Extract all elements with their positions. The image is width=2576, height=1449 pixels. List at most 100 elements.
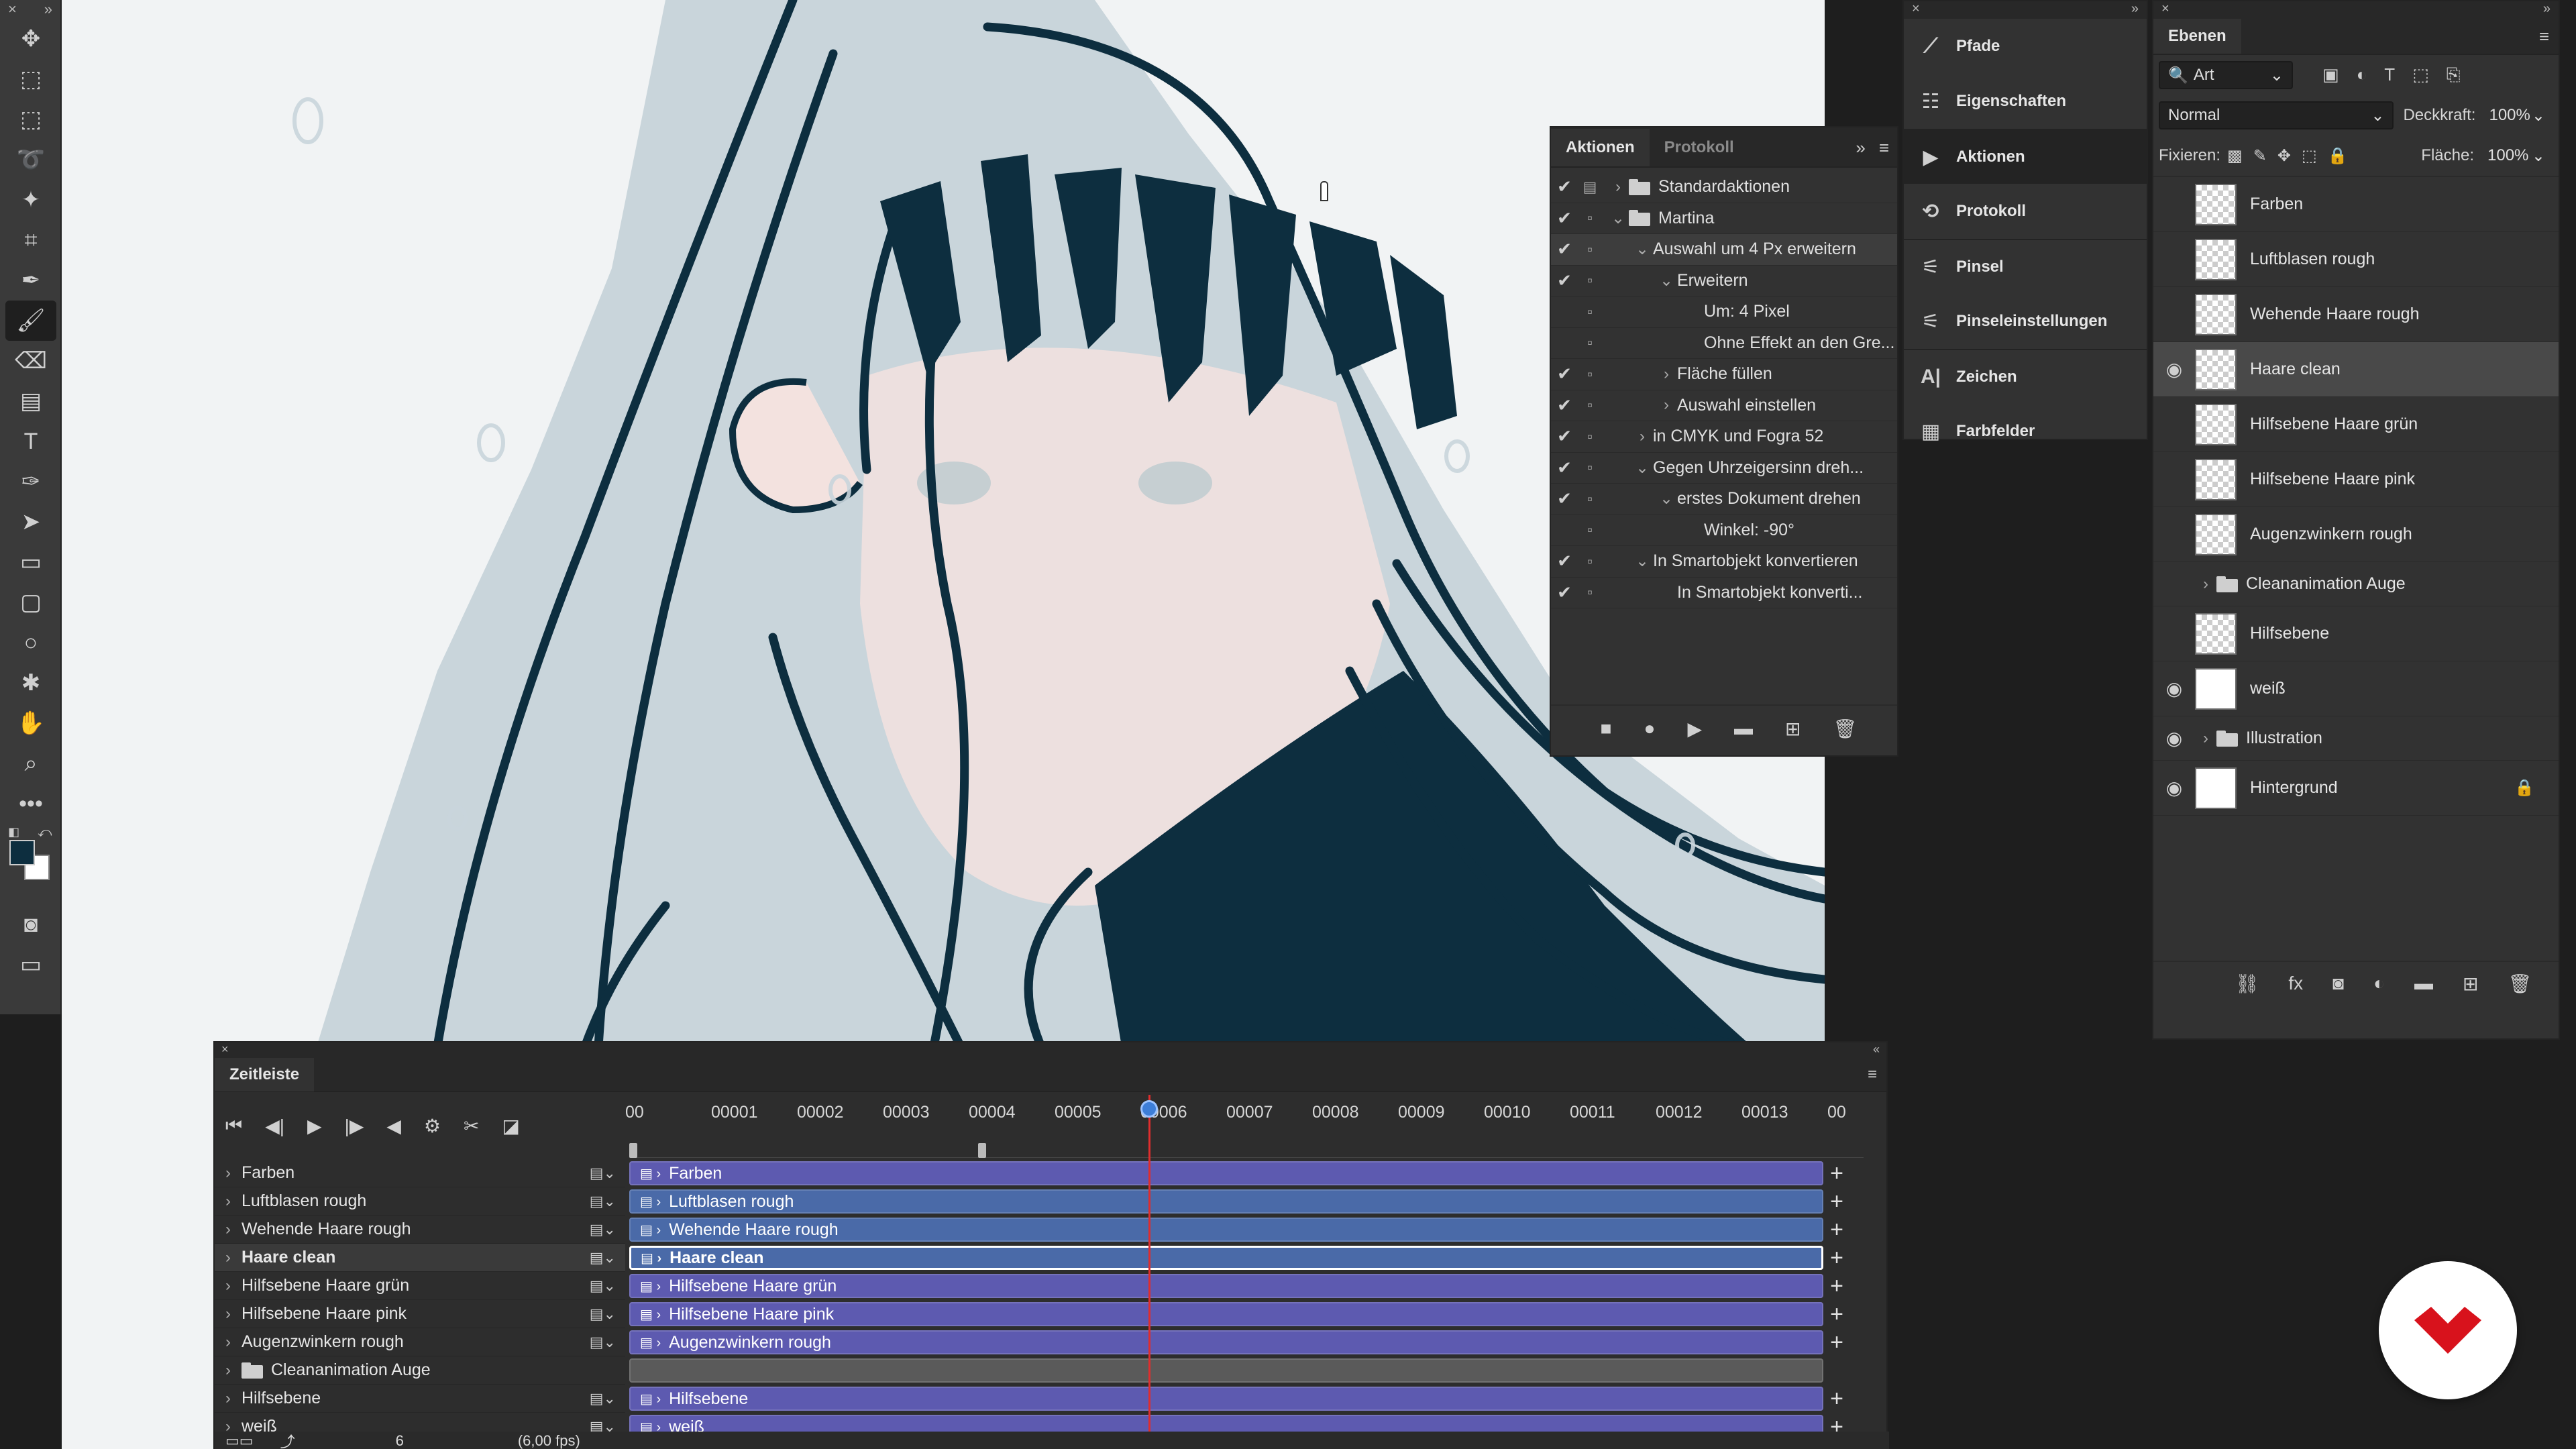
toolbar-grip[interactable]: ×» [0, 0, 60, 19]
play-icon[interactable]: ▶ [307, 1115, 322, 1137]
dialog-toggle-icon[interactable]: ▫ [1578, 458, 1602, 478]
trash-icon[interactable]: 🗑 [2508, 973, 2532, 995]
dialog-toggle-icon[interactable]: ▫ [1578, 551, 1602, 572]
action-row[interactable]: ✔ ▫ › Auswahl einstellen [1551, 390, 1897, 421]
panel-menu-icon[interactable]: ≡ [1858, 1065, 1886, 1084]
dialog-toggle-icon[interactable]: ▫ [1578, 302, 1602, 322]
chevron-down-icon[interactable]: ⌄ [1656, 489, 1677, 508]
dock-item-character[interactable]: A| Zeichen [1904, 349, 2147, 404]
action-row[interactable]: ✔ ▫ ⌄ Erweitern [1551, 266, 1897, 297]
move-icon[interactable]: ✥ [0, 19, 62, 59]
frame-ruler[interactable]: 00 00001 00002 00003 00004 00005 00006 00007 000… [625, 1093, 1873, 1140]
action-row[interactable]: ✔ ▤ › Standardaktionen [1551, 172, 1897, 203]
dialog-toggle-icon[interactable]: ▫ [1578, 395, 1602, 415]
lock-position-icon[interactable]: ✥ [2277, 146, 2291, 166]
add-media-icon[interactable]: + [1823, 1330, 1850, 1356]
magic-wand-icon[interactable]: ✦ [0, 180, 62, 220]
dock-grip[interactable]: ×» [1904, 1, 2147, 19]
chevron-right-icon[interactable]: › [1607, 178, 1629, 197]
split-icon[interactable]: ✂ [464, 1115, 479, 1137]
layer-row[interactable]: Luftblasen rough [2153, 232, 2559, 287]
lock-all-icon[interactable]: 🔒 [2328, 146, 2348, 166]
audio-icon[interactable]: ◀ [386, 1115, 401, 1137]
playhead-handle[interactable] [1140, 1100, 1158, 1118]
collapse-icon[interactable]: » [44, 1, 52, 18]
chevron-down-icon[interactable]: ⌄ [1607, 209, 1629, 228]
more-icon[interactable]: ••• [0, 784, 62, 824]
chevron-right-icon[interactable]: › [215, 1277, 241, 1295]
zoom-icon[interactable]: ⌕ [0, 743, 62, 784]
track-clip[interactable]: ▤ › Luftblasen rough [629, 1189, 1823, 1214]
dialog-toggle-icon[interactable]: ▫ [1578, 364, 1602, 384]
checkmark-icon[interactable]: ✔ [1551, 582, 1578, 603]
link-layers-icon[interactable]: ⛓ [2235, 973, 2259, 995]
chevron-down-icon[interactable]: ⌄ [1631, 551, 1653, 571]
pixel-filter-icon[interactable]: ▣ [2322, 64, 2339, 86]
collapse-icon[interactable]: « [1873, 1042, 1880, 1059]
chevron-right-icon[interactable]: › [215, 1192, 241, 1211]
path-select-icon[interactable]: ➤ [0, 502, 62, 542]
checkmark-icon[interactable]: ✔ [1551, 239, 1578, 260]
eye-icon[interactable]: ◉ [2153, 358, 2195, 380]
track-header[interactable]: › Wehende Haare rough ▤⌄ [215, 1216, 625, 1244]
film-strip-icon[interactable]: ▤⌄ [590, 1221, 616, 1238]
dock-item-paths[interactable]: ⟋ Pfade [1904, 19, 2147, 74]
dialog-toggle-icon[interactable]: ▫ [1578, 582, 1602, 602]
marquee-icon[interactable]: ⬚ [0, 99, 62, 140]
layer-row[interactable]: Wehende Haare rough [2153, 287, 2559, 342]
chevron-right-icon[interactable]: › [215, 1361, 241, 1380]
dialog-toggle-icon[interactable]: ▫ [1578, 208, 1602, 228]
dialog-toggle-icon[interactable]: ▫ [1578, 239, 1602, 260]
checkmark-icon[interactable]: ✔ [1551, 551, 1578, 572]
tab-actions[interactable]: Aktionen [1551, 129, 1650, 166]
dock-item-history[interactable]: ⟲ Protokoll [1904, 184, 2147, 239]
screen-mode-icon[interactable]: ▭ [0, 945, 62, 985]
dialog-toggle-icon[interactable]: ▫ [1578, 333, 1602, 353]
checkmark-icon[interactable]: ✔ [1551, 458, 1578, 478]
rectangle-icon[interactable]: ▭ [0, 542, 62, 582]
adjustment-layer-icon[interactable]: ◐ [2373, 973, 2385, 994]
type-filter-icon[interactable]: T [2384, 64, 2395, 86]
tab-timeline[interactable]: Zeitleiste [215, 1058, 315, 1091]
track-header[interactable]: › Farben ▤⌄ [215, 1159, 625, 1187]
track-header[interactable]: › Cleananimation Auge [215, 1356, 625, 1385]
checkmark-icon[interactable]: ✔ [1551, 270, 1578, 291]
dock-item-actions[interactable]: ▶ Aktionen [1904, 129, 2147, 184]
stop-icon[interactable]: ■ [1601, 718, 1612, 739]
brush-icon[interactable]: 🖌 [5, 301, 56, 341]
track-header[interactable]: › Hilfsebene Haare grün ▤⌄ [215, 1272, 625, 1300]
artboard-icon[interactable]: ⬚ [0, 59, 62, 99]
panel-menu-icon[interactable]: ≡ [2530, 19, 2559, 54]
action-row[interactable]: ✔ ▫ ⌄ erstes Dokument drehen [1551, 484, 1897, 515]
work-area-bar[interactable] [629, 1143, 1864, 1158]
eye-icon[interactable]: ◉ [2153, 727, 2195, 749]
dialog-toggle-icon[interactable]: ▤ [1578, 177, 1602, 197]
add-media-icon[interactable]: + [1823, 1386, 1850, 1412]
add-media-icon[interactable]: + [1823, 1273, 1850, 1299]
layer-row[interactable]: Hilfsebene Haare pink [2153, 452, 2559, 507]
lasso-icon[interactable]: ➰ [0, 140, 62, 180]
close-icon[interactable]: × [221, 1042, 229, 1059]
pen-icon[interactable]: ✑ [0, 462, 62, 502]
prev-frame-icon[interactable]: ◀| [265, 1115, 284, 1137]
action-row[interactable]: ✔ ▫ ⌄ Auswahl um 4 Px erweitern [1551, 234, 1897, 266]
track-clip[interactable]: ▤ › Hilfsebene Haare grün [629, 1274, 1823, 1298]
layer-row[interactable]: Farben [2153, 177, 2559, 232]
checkmark-icon[interactable]: ✔ [1551, 395, 1578, 416]
track-header[interactable]: › Hilfsebene Haare pink ▤⌄ [215, 1300, 625, 1328]
crop-icon[interactable]: ⌗ [0, 220, 62, 260]
dialog-toggle-icon[interactable]: ▫ [1578, 520, 1602, 540]
track-clip[interactable]: ▤ › Hilfsebene Haare pink [629, 1302, 1823, 1326]
settings-icon[interactable]: ⚙ [424, 1115, 441, 1137]
chevron-down-icon[interactable]: ⌄ [1631, 458, 1653, 478]
quick-mask-icon[interactable]: ◙ [0, 904, 62, 945]
track-clip[interactable]: ▤ › Hilfsebene [629, 1387, 1823, 1411]
collapse-icon[interactable]: » [2543, 1, 2551, 19]
new-action-icon[interactable]: ⊞ [1785, 718, 1801, 740]
track-header[interactable]: › Haare clean ▤⌄ [215, 1244, 625, 1272]
dock-item-properties[interactable]: ☷ Eigenschaften [1904, 74, 2147, 129]
chevron-right-icon[interactable]: › [1656, 365, 1677, 384]
eye-icon[interactable]: ◉ [2153, 777, 2195, 799]
close-icon[interactable]: × [8, 1, 17, 18]
layer-row[interactable]: ◉ Haare clean [2153, 342, 2559, 397]
